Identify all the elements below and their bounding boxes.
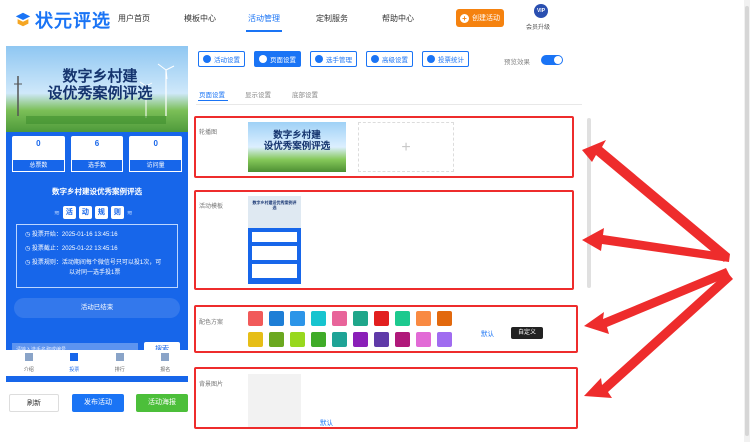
- annotation-arrows: [582, 140, 733, 398]
- arrow-to-background: [584, 272, 733, 398]
